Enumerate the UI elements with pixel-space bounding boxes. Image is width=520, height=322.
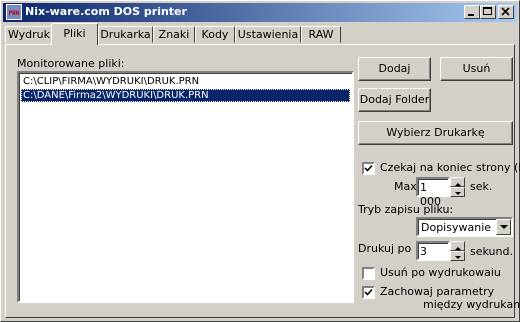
arrow-down-icon [455, 192, 461, 195]
monitored-files-label: Monitorowane pliki: [17, 57, 125, 70]
tab-raw[interactable]: RAW [301, 26, 341, 43]
close-button[interactable] [498, 5, 514, 19]
tab-label: Pliki [63, 27, 86, 40]
monitored-files-list[interactable]: C:\CLIP\FIRMA\WYDRUKI\DRUK.PRN C:\DANE\F… [17, 71, 354, 303]
arrow-down-icon [455, 256, 461, 259]
tab-drukarka[interactable]: Drukarka [98, 26, 153, 43]
delete-after-print-label: Usuń po wydrukowaiu [380, 266, 501, 279]
spin-down-button[interactable] [450, 251, 465, 261]
print-every-unit-label: sekund. [470, 245, 513, 258]
write-mode-select[interactable]: Dopisywanie [416, 217, 513, 237]
tab-label: Znaki [158, 28, 190, 41]
file-path: C:\DANE\Firma2\WYDRUKI\DRUK.PRN [23, 90, 209, 101]
add-folder-button[interactable]: Dodaj Folder [358, 88, 431, 112]
printer-app-icon: PRN [6, 4, 22, 20]
file-path: C:\CLIP\FIRMA\WYDRUKI\DRUK.PRN [23, 76, 200, 87]
maximize-button[interactable] [480, 5, 496, 19]
max-seconds-input[interactable]: 1 000 [416, 177, 450, 208]
list-item[interactable]: C:\DANE\Firma2\WYDRUKI\DRUK.PRN [21, 89, 350, 102]
max-unit-label: sek. [470, 180, 493, 193]
print-interval-spinner[interactable] [450, 241, 465, 261]
checkmark-icon [364, 164, 373, 172]
list-item[interactable]: C:\CLIP\FIRMA\WYDRUKI\DRUK.PRN [21, 75, 350, 88]
keep-params-checkbox[interactable] [362, 286, 375, 299]
close-icon [501, 7, 510, 16]
print-interval-input[interactable]: 3 [416, 241, 450, 261]
spin-up-button[interactable] [450, 241, 465, 251]
delete-after-print-checkbox[interactable] [362, 267, 375, 280]
spin-down-button[interactable] [450, 187, 465, 197]
maximize-icon [483, 7, 492, 15]
minimize-button[interactable] [464, 5, 480, 19]
add-button[interactable]: Dodaj [358, 57, 431, 81]
app-window: PRN Nix-ware.com DOS printer Wydruk Plik… [0, 0, 520, 322]
keep-params-label-line1: Zachowaj parametry [380, 285, 495, 298]
tab-label: Ustawienia [237, 28, 299, 41]
checkmark-icon [364, 288, 373, 296]
print-every-label: Drukuj po [358, 242, 412, 255]
tab-znaki[interactable]: Znaki [153, 26, 195, 43]
chevron-down-icon [500, 225, 508, 229]
tab-wydruk[interactable]: Wydruk [5, 26, 53, 43]
tab-kody[interactable]: Kody [195, 26, 235, 43]
keep-params-label-line2: między wydrukami [423, 298, 520, 311]
write-mode-value: Dopisywanie [421, 221, 492, 234]
minimize-icon [468, 14, 474, 16]
wait-ff-checkbox[interactable] [362, 162, 375, 175]
choose-printer-button[interactable]: Wybierz Drukarkę [358, 121, 513, 145]
spin-up-button[interactable] [450, 177, 465, 187]
tab-ustawienia[interactable]: Ustawienia [235, 26, 301, 43]
max-label: Max [394, 180, 417, 193]
tab-label: Drukarka [100, 28, 151, 41]
window-title: Nix-ware.com DOS printer [25, 5, 187, 18]
title-bar[interactable]: PRN Nix-ware.com DOS printer [3, 3, 517, 22]
wait-ff-label: Czekaj na koniec strony (FF) [380, 161, 520, 174]
max-seconds-spinner[interactable] [450, 177, 465, 197]
tab-pliki[interactable]: Pliki [51, 23, 98, 45]
app-icon-text: PRN [9, 10, 20, 17]
tab-label: Wydruk [7, 28, 51, 41]
files-tab-panel: Monitorowane pliki: C:\CLIP\FIRMA\WYDRUK… [5, 44, 520, 318]
tab-label: RAW [308, 28, 334, 41]
tab-label: Kody [201, 28, 229, 41]
remove-button[interactable]: Usuń [440, 57, 513, 81]
dropdown-button[interactable] [496, 219, 511, 235]
write-mode-label: Tryb zapisu pliku: [358, 203, 454, 216]
